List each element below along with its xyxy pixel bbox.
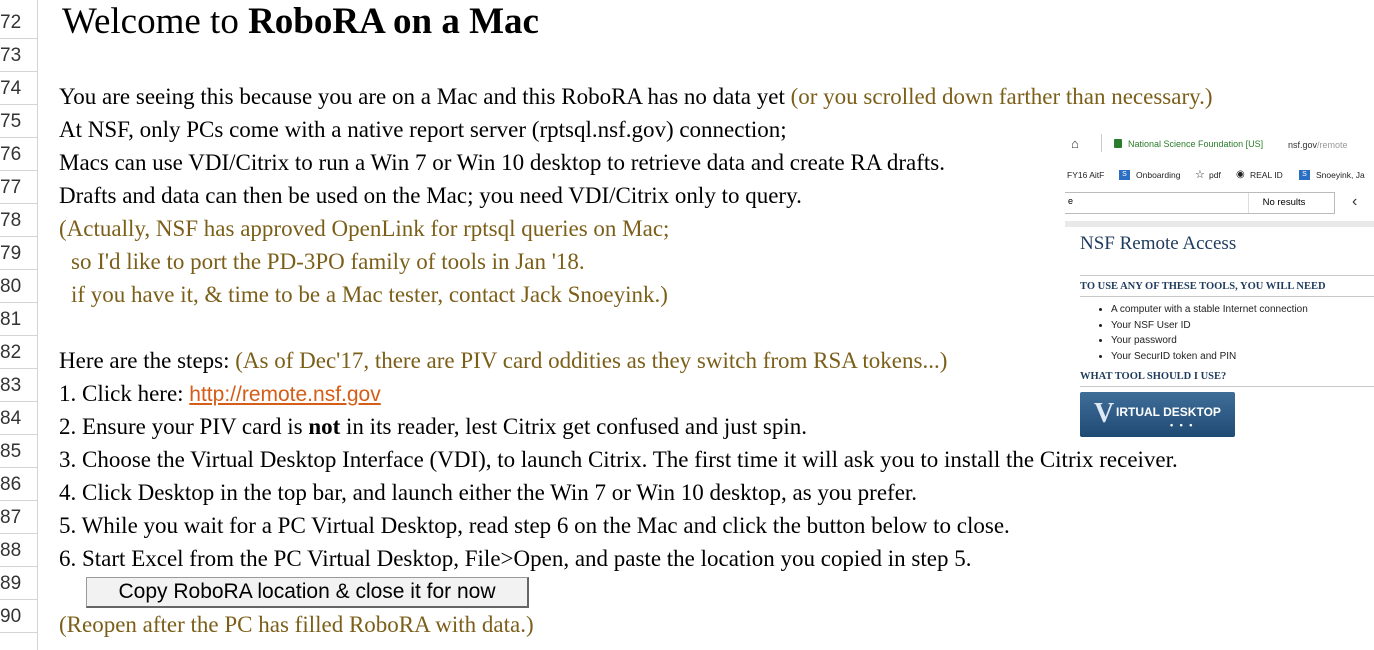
row-number[interactable]: 80 <box>0 270 21 303</box>
row-number[interactable]: 84 <box>0 402 21 435</box>
vdi-label: IRTUAL DESKTOP <box>1116 405 1221 419</box>
sharepoint-icon: S <box>1119 170 1130 180</box>
row-divider <box>0 632 37 633</box>
l84-bold: not <box>308 414 341 439</box>
bookmark-item: REAL ID <box>1250 170 1283 180</box>
find-input-value: e <box>1068 196 1074 206</box>
list-item: A computer with a stable Internet connec… <box>1111 302 1308 318</box>
l74-main: You are seeing this because you are on a… <box>59 84 791 109</box>
title-prefix: Welcome to <box>62 1 249 42</box>
l74-note: (or you scrolled down farther than neces… <box>790 84 1213 109</box>
bookmark-item: FY16 AitF <box>1067 170 1105 180</box>
virtual-desktop-button: V IRTUAL DESKTOP • • • <box>1080 392 1235 437</box>
row-77-text: Drafts and data can then be used on the … <box>59 183 802 208</box>
url-text: nsf.gov/remote <box>1288 140 1348 150</box>
row-86-text: 4. Click Desktop in the top bar, and lau… <box>59 480 918 505</box>
l82-main: Here are the steps: <box>59 348 236 373</box>
row-78-text: (Actually, NSF has approved OpenLink for… <box>59 216 670 241</box>
star-icon: ☆ <box>1195 169 1205 181</box>
bookmarks-bar: FY16 AitF S Onboarding ☆ pdf ◉ REAL ID S… <box>1065 168 1374 186</box>
vdi-dots: • • • <box>1170 420 1195 430</box>
chevron-left-icon: ‹ <box>1352 193 1358 210</box>
section-heading-tool: WHAT TOOL SHOULD I USE? <box>1080 371 1227 382</box>
row-80-text: if you have it, & time to be a Mac teste… <box>71 282 668 307</box>
list-item: Your SecurID token and PIN <box>1111 349 1308 365</box>
vdi-letter: V <box>1094 398 1115 429</box>
title-bold: RoboRA on a Mac <box>248 1 539 42</box>
browser-address-bar: ⌂ National Science Foundation [US] nsf.g… <box>1065 130 1374 160</box>
divider <box>1101 134 1102 152</box>
row-number[interactable]: 72 <box>0 6 21 39</box>
row-number[interactable]: 74 <box>0 72 21 105</box>
header-band <box>1065 221 1374 227</box>
needs-list: A computer with a stable Internet connec… <box>1097 302 1308 364</box>
row-header-column: 72 73 74 75 76 77 78 79 80 81 82 83 84 85 86 87 88 89 90 <box>0 0 38 650</box>
row-number[interactable]: 89 <box>0 567 21 600</box>
row-76-text: Macs can use VDI/Citrix to run a Win 7 o… <box>59 150 945 175</box>
row-number[interactable]: 75 <box>0 105 21 138</box>
page-title: Welcome to RoboRA on a Mac <box>62 0 539 44</box>
row-number[interactable]: 83 <box>0 369 21 402</box>
nsf-remote-access-screenshot: ⌂ National Science Foundation [US] nsf.g… <box>1065 130 1374 440</box>
row-85-text: 3. Choose the Virtual Desktop Interface … <box>59 447 1178 472</box>
row-number[interactable]: 88 <box>0 534 21 567</box>
row-number[interactable]: 81 <box>0 303 21 336</box>
row-number[interactable]: 78 <box>0 204 21 237</box>
row-87-text: 5. While you wait for a PC Virtual Deskt… <box>59 513 1010 538</box>
row-number[interactable]: 85 <box>0 435 21 468</box>
row-82-text: Here are the steps: (As of Dec'17, there… <box>59 344 947 377</box>
row-79-text: so I'd like to port the PD-3PO family of… <box>71 249 585 274</box>
home-icon: ⌂ <box>1071 136 1079 151</box>
l83-main: 1. Click here: <box>59 381 190 406</box>
seal-icon: ◉ <box>1236 169 1245 180</box>
url-path: /remote <box>1317 140 1348 150</box>
row-number[interactable]: 87 <box>0 501 21 534</box>
url-host: nsf.gov <box>1288 140 1318 150</box>
lock-icon <box>1114 139 1122 148</box>
divider <box>1080 296 1374 297</box>
remote-nsf-link[interactable]: http://remote.nsf.gov <box>189 383 380 406</box>
row-number[interactable]: 90 <box>0 600 21 633</box>
row-number[interactable]: 73 <box>0 39 21 72</box>
l82-note: (As of Dec'17, there are PIV card odditi… <box>235 348 948 373</box>
list-item: Your NSF User ID <box>1111 318 1308 334</box>
row-83-text: 1. Click here: http://remote.nsf.gov <box>59 377 381 410</box>
row-number[interactable]: 77 <box>0 171 21 204</box>
sharepoint-icon: S <box>1299 170 1310 180</box>
l84-b: in its reader, lest Citrix get confused … <box>340 414 807 439</box>
bookmark-item: Snoeyink, Ja <box>1316 170 1365 180</box>
divider <box>1080 275 1374 276</box>
section-heading-needs: TO USE ANY OF THESE TOOLS, YOU WILL NEED <box>1080 281 1326 292</box>
row-88-text: 6. Start Excel from the PC Virtual Deskt… <box>59 546 972 571</box>
remote-access-heading: NSF Remote Access <box>1080 233 1237 254</box>
row-84-text: 2. Ensure your PIV card is not in its re… <box>59 410 807 443</box>
row-number[interactable]: 86 <box>0 468 21 501</box>
row-74-text: You are seeing this because you are on a… <box>59 80 1213 113</box>
bookmark-item: pdf <box>1209 170 1221 180</box>
no-results-label: No results <box>1248 193 1319 213</box>
row-number[interactable]: 76 <box>0 138 21 171</box>
row-90-text: (Reopen after the PC has filled RoboRA w… <box>59 612 534 637</box>
row-number[interactable]: 82 <box>0 336 21 369</box>
divider <box>1080 386 1374 387</box>
secure-site-label: National Science Foundation [US] <box>1128 139 1264 149</box>
bookmark-item: Onboarding <box>1136 170 1181 180</box>
row-number[interactable]: 79 <box>0 237 21 270</box>
list-item: Your password <box>1111 333 1308 349</box>
copy-location-close-button[interactable]: Copy RoboRA location & close it for now <box>86 577 529 608</box>
l84-a: 2. Ensure your PIV card is <box>59 414 309 439</box>
find-bar: e No results <box>1065 192 1335 214</box>
row-75-text: At NSF, only PCs come with a native repo… <box>59 117 787 142</box>
